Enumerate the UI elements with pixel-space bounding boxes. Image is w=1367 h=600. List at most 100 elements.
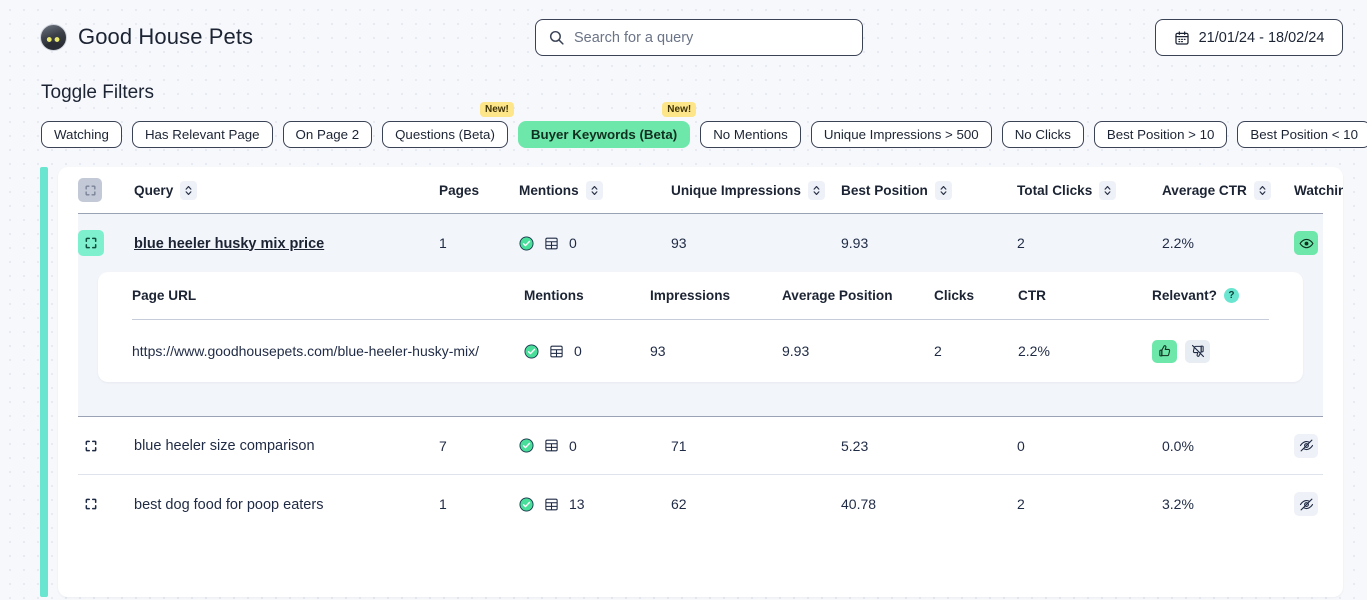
mentions-value: 0 xyxy=(569,438,577,454)
row-expand-cell xyxy=(78,433,134,459)
header-best-position-label: Best Position xyxy=(841,183,928,198)
filter-chip-watching[interactable]: Watching xyxy=(41,121,122,148)
query-table: Query Pages Mentions Unique Impressions xyxy=(58,167,1343,533)
filter-chip-holder: Watching xyxy=(41,121,122,148)
date-range-picker[interactable]: 21/01/24 - 18/02/24 xyxy=(1155,19,1343,56)
table-header-row: Query Pages Mentions Unique Impressions xyxy=(78,167,1323,214)
not-watching-eye-icon[interactable] xyxy=(1294,434,1318,458)
filter-chip-best-position-10[interactable]: Best Position < 10 xyxy=(1237,121,1367,148)
relevant-help-icon[interactable]: ? xyxy=(1224,288,1239,303)
header-average-ctr-label: Average CTR xyxy=(1162,183,1247,198)
mention-table-icon[interactable] xyxy=(544,497,559,512)
filter-chip-on-page-2[interactable]: On Page 2 xyxy=(283,121,373,148)
mention-table-icon[interactable] xyxy=(544,236,559,251)
subheader-page-url: Page URL xyxy=(132,288,524,303)
table-row[interactable]: best dog food for poop eaters1136240.782… xyxy=(78,475,1323,533)
table-row[interactable]: blue heeler size comparison70715.2300.0% xyxy=(78,417,1323,475)
date-range-label: 21/01/24 - 18/02/24 xyxy=(1199,30,1325,46)
total-clicks-cell: 2 xyxy=(1017,496,1162,512)
table-row[interactable]: blue heeler husky mix price10939.9322.2% xyxy=(78,214,1323,272)
filters-section: Toggle Filters Watching Has Relevant Page… xyxy=(0,74,1367,148)
row-expand-cell xyxy=(78,230,134,256)
header-watching-label: Watching? xyxy=(1294,183,1343,198)
header-average-ctr: Average CTR xyxy=(1162,181,1294,200)
subheader-mentions: Mentions xyxy=(524,288,650,303)
sort-mentions-icon[interactable] xyxy=(586,181,603,200)
brand: Good House Pets xyxy=(40,24,253,51)
sort-total-clicks-icon[interactable] xyxy=(1099,181,1116,200)
filter-chip-holder: No Clicks xyxy=(1002,121,1084,148)
mentions-value: 0 xyxy=(569,235,577,251)
new-badge: New! xyxy=(480,102,514,117)
unique-impressions-cell: 93 xyxy=(671,235,841,251)
query-label[interactable]: blue heeler size comparison xyxy=(134,438,315,454)
mention-table-icon[interactable] xyxy=(544,438,559,453)
mention-check-icon xyxy=(519,497,534,512)
header-unique-impressions-label: Unique Impressions xyxy=(671,183,801,198)
mentions-cell: 13 xyxy=(519,496,671,512)
filter-chip-no-mentions[interactable]: No Mentions xyxy=(700,121,801,148)
filter-chip-holder: Unique Impressions > 500 xyxy=(811,121,992,148)
subtable-row: https://www.goodhousepets.com/blue-heele… xyxy=(132,320,1269,382)
query-label[interactable]: best dog food for poop eaters xyxy=(134,497,323,513)
header-mentions: Mentions xyxy=(519,181,671,200)
header-expand-all xyxy=(78,178,134,202)
relevant-actions xyxy=(1152,340,1269,363)
sub-ctr-cell: 2.2% xyxy=(1018,343,1152,359)
sort-query-icon[interactable] xyxy=(180,181,197,200)
sub-average-position-cell: 9.93 xyxy=(782,343,934,359)
filter-chip-has-relevant-page[interactable]: Has Relevant Page xyxy=(132,121,273,148)
not-watching-eye-icon[interactable] xyxy=(1294,492,1318,516)
header-query: Query xyxy=(134,181,439,200)
mention-table-icon[interactable] xyxy=(549,344,564,359)
header-watching: Watching? ? xyxy=(1294,183,1343,198)
sort-best-position-icon[interactable] xyxy=(935,181,952,200)
filter-chip-holder: Has Relevant Page xyxy=(132,121,273,148)
subheader-impressions: Impressions xyxy=(650,288,782,303)
expand-all-icon[interactable] xyxy=(78,178,102,202)
new-badge: New! xyxy=(662,102,696,117)
expand-row-icon[interactable] xyxy=(78,230,104,256)
watching-cell xyxy=(1294,492,1343,516)
filter-chip-questions-beta[interactable]: Questions (Beta) xyxy=(382,121,508,148)
subheader-average-position: Average Position xyxy=(782,288,934,303)
search-container xyxy=(535,19,863,56)
header-pages: Pages xyxy=(439,183,519,198)
sort-unique-impressions-icon[interactable] xyxy=(808,181,825,200)
mention-check-icon xyxy=(519,438,534,453)
accent-bar xyxy=(40,167,48,597)
row-expand-cell xyxy=(78,491,134,517)
average-ctr-cell: 0.0% xyxy=(1162,438,1294,454)
search-box[interactable] xyxy=(535,19,863,56)
average-ctr-cell: 3.2% xyxy=(1162,496,1294,512)
subtable-header-row: Page URLMentionsImpressionsAverage Posit… xyxy=(132,272,1269,320)
query-cell[interactable]: blue heeler husky mix price xyxy=(134,235,439,252)
subheader-relevant: Relevant?? xyxy=(1152,288,1269,303)
query-cell[interactable]: best dog food for poop eaters xyxy=(134,496,439,513)
total-clicks-cell: 2 xyxy=(1017,235,1162,251)
page-url-cell[interactable]: https://www.goodhousepets.com/blue-heele… xyxy=(132,341,524,361)
results-card: Query Pages Mentions Unique Impressions xyxy=(58,167,1343,597)
expand-row-icon[interactable] xyxy=(78,491,104,517)
top-bar: Good House Pets xyxy=(0,0,1367,74)
sub-mentions-cell: 0 xyxy=(524,343,650,359)
filter-chip-holder: No Mentions xyxy=(700,121,801,148)
mark-not-relevant-button[interactable] xyxy=(1185,340,1210,363)
filter-chip-buyer-keywords-beta[interactable]: Buyer Keywords (Beta) xyxy=(518,121,690,148)
filter-chip-unique-impressions-500[interactable]: Unique Impressions > 500 xyxy=(811,121,992,148)
search-input[interactable] xyxy=(574,20,850,55)
query-label[interactable]: blue heeler husky mix price xyxy=(134,236,324,252)
unique-impressions-cell: 62 xyxy=(671,496,841,512)
filter-chip-best-position-10[interactable]: Best Position > 10 xyxy=(1094,121,1228,148)
filters-heading: Toggle Filters xyxy=(41,82,1343,104)
filter-chip-no-clicks[interactable]: No Clicks xyxy=(1002,121,1084,148)
sort-average-ctr-icon[interactable] xyxy=(1254,181,1271,200)
unique-impressions-cell: 71 xyxy=(671,438,841,454)
expand-row-icon[interactable] xyxy=(78,433,104,459)
sub-clicks-cell: 2 xyxy=(934,343,1018,359)
pages-cell: 7 xyxy=(439,438,519,454)
mark-relevant-button[interactable] xyxy=(1152,340,1177,363)
filter-chip-holder: Questions (Beta)New! xyxy=(382,121,508,148)
query-cell[interactable]: blue heeler size comparison xyxy=(134,437,439,454)
watching-eye-icon[interactable] xyxy=(1294,231,1318,255)
